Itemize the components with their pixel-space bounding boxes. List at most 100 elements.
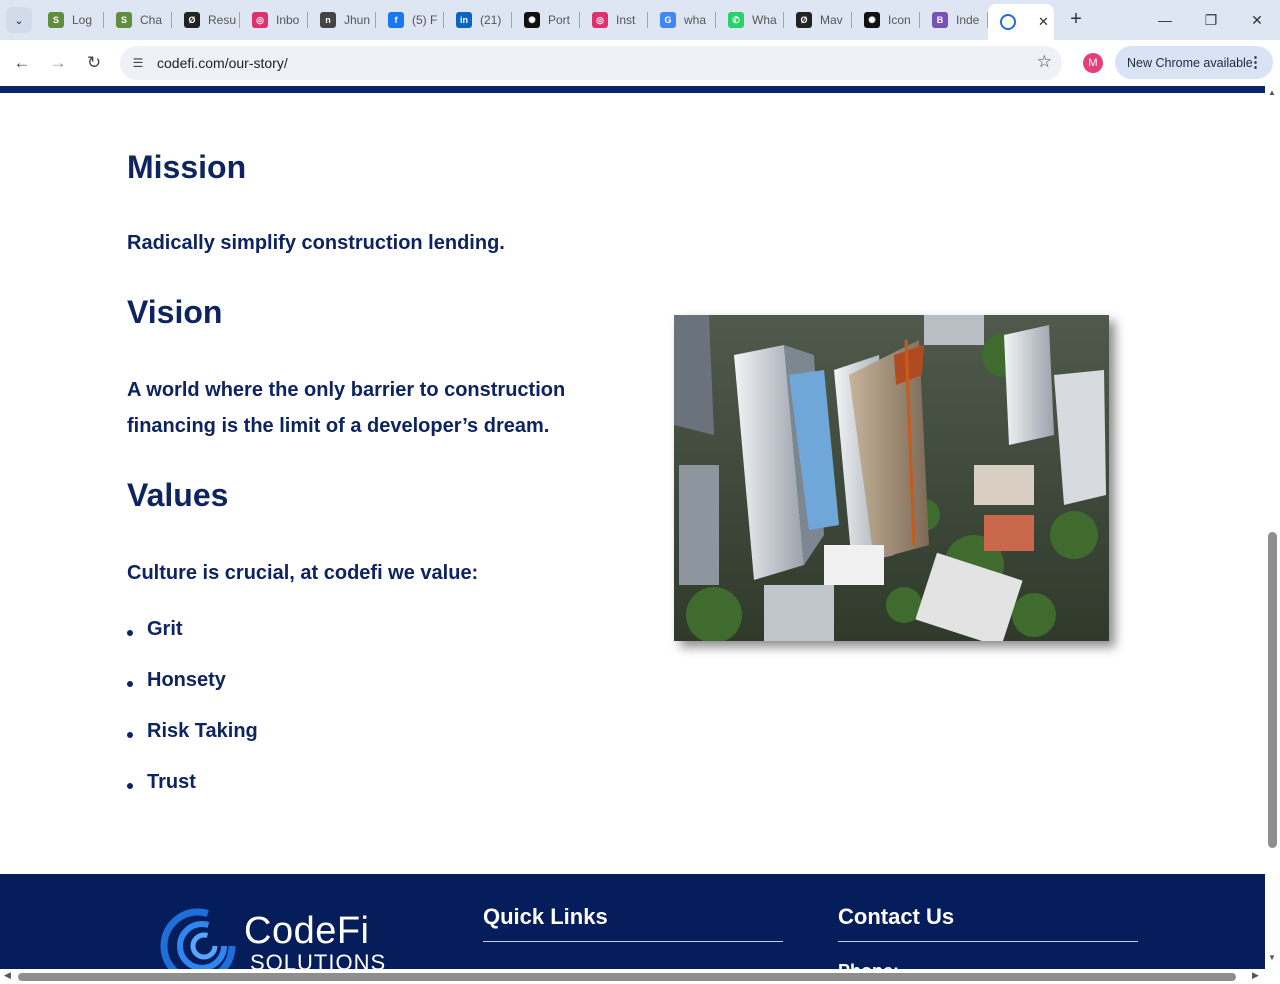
contact-phone-label: Phone: xyxy=(838,961,899,969)
site-footer: CodeFi SOLUTIONS Quick Links Contact Us … xyxy=(0,874,1265,969)
codefi-icon xyxy=(1000,14,1016,30)
vision-text: A world where the only barrier to constr… xyxy=(127,379,566,437)
browser-toolbar: ← → ↻ ☰ codefi.com/our-story/ ☆ M New Ch… xyxy=(0,40,1280,86)
scroll-down-icon[interactable]: ▼ xyxy=(1268,953,1276,962)
update-label: New Chrome available xyxy=(1127,55,1253,70)
browser-tab[interactable]: Gwha xyxy=(648,0,716,40)
values-list: Grit Honsety Risk Taking Trust xyxy=(127,618,258,822)
tab-title: Inbo xyxy=(276,13,300,27)
quick-links-divider xyxy=(483,941,783,942)
tab-strip: ⌄ S Log S Cha Ø Resu ◎ Inbo n Jhun f (5) F in (21) ✺ Po… xyxy=(0,0,1280,40)
bullet-icon xyxy=(127,732,133,738)
chrome-update-button[interactable]: New Chrome available ⋮ xyxy=(1115,46,1273,79)
address-bar[interactable]: ☰ codefi.com/our-story/ ☆ xyxy=(120,46,1062,80)
codefi-logo[interactable]: CodeFi SOLUTIONS xyxy=(160,906,400,969)
browser-tab[interactable]: Ø Mav xyxy=(784,0,852,40)
scroll-left-icon[interactable]: ◀ xyxy=(4,970,11,981)
minimize-button[interactable]: — xyxy=(1142,0,1188,40)
values-item-label: Risk Taking xyxy=(147,720,258,742)
vertical-scrollbar[interactable]: ▲ ▼ xyxy=(1265,86,1280,969)
tab-title: Icon xyxy=(888,13,911,27)
values-item-label: Honsety xyxy=(147,669,226,691)
instagram-icon: ◎ xyxy=(592,12,608,28)
tab-title: Cha xyxy=(140,13,163,27)
bullet-icon xyxy=(127,630,133,636)
browser-tab[interactable]: Ø Resu xyxy=(172,0,240,40)
browser-tab[interactable]: ◎ Inbo xyxy=(240,0,308,40)
openai-icon: ✺ xyxy=(524,12,540,28)
values-item-label: Grit xyxy=(147,618,183,640)
browser-tab[interactable]: B Inde xyxy=(920,0,988,40)
minimize-icon: — xyxy=(1158,12,1172,28)
browser-tab[interactable]: ◎ Inst xyxy=(580,0,648,40)
reload-icon: ↻ xyxy=(86,53,102,72)
tab-list: S Log S Cha Ø Resu ◎ Inbo n Jhun f (5) F in (21) ✺ Port… xyxy=(36,0,1054,40)
logo-wordmark: CodeFi xyxy=(244,910,370,952)
tab-title: (5) F xyxy=(412,13,438,27)
back-button[interactable]: ← xyxy=(8,49,36,77)
scroll-right-icon[interactable]: ▶ xyxy=(1252,970,1259,981)
horizontal-scrollbar[interactable]: ◀ ▶ xyxy=(0,969,1265,984)
close-tab-icon[interactable]: ✕ xyxy=(1038,14,1049,30)
shopify-icon: S xyxy=(48,12,64,28)
browser-tab[interactable]: n Jhun xyxy=(308,0,376,40)
quick-links-title: Quick Links xyxy=(483,904,608,929)
contact-us-title: Contact Us xyxy=(838,904,955,929)
google-icon: G xyxy=(660,12,676,28)
contact-us-divider xyxy=(838,941,1138,942)
browser-tab[interactable]: S Cha xyxy=(104,0,172,40)
site-info-icon[interactable]: ☰ xyxy=(128,53,148,73)
tab-search-button[interactable]: ⌄ xyxy=(6,7,32,33)
new-tab-button[interactable]: + xyxy=(1064,8,1088,32)
bootstrap-icon: B xyxy=(932,12,948,28)
browser-tab-active[interactable]: ✕ xyxy=(988,4,1054,40)
mission-heading: Mission xyxy=(127,149,247,185)
codefi-logo-mark xyxy=(160,908,236,969)
values-intro: Culture is crucial, at codefi we value: xyxy=(127,562,479,584)
more-menu-icon[interactable]: ⋮ xyxy=(1248,53,1263,71)
openai-icon: ✺ xyxy=(864,12,880,28)
city-photo-graphic xyxy=(674,315,1109,641)
forward-button[interactable]: → xyxy=(44,49,72,77)
tab-title: Inde xyxy=(956,13,980,27)
bullet-icon xyxy=(127,783,133,789)
linkedin-icon: in xyxy=(456,12,472,28)
tab-title: Log xyxy=(72,13,93,27)
url-text[interactable]: codefi.com/our-story/ xyxy=(157,55,288,71)
tab-title: Mav xyxy=(820,13,843,27)
browser-tab[interactable]: ✆ Wha xyxy=(716,0,784,40)
horizontal-scroll-thumb[interactable] xyxy=(18,973,1236,981)
close-icon: ✕ xyxy=(1251,11,1263,28)
browser-tab[interactable]: ✺ Icon xyxy=(852,0,920,40)
scrollbar-corner xyxy=(1265,969,1280,984)
vertical-scroll-thumb[interactable] xyxy=(1268,532,1277,848)
slash-circle-icon: Ø xyxy=(184,12,200,28)
bullet-icon xyxy=(127,681,133,687)
values-item: Grit xyxy=(127,618,258,669)
values-item: Trust xyxy=(127,771,258,822)
scroll-up-icon[interactable]: ▲ xyxy=(1268,88,1276,97)
tab-title: Resu xyxy=(208,13,237,27)
profile-avatar[interactable]: M xyxy=(1083,53,1103,73)
arrow-left-icon: ← xyxy=(13,53,31,72)
restore-icon: ❐ xyxy=(1204,11,1218,28)
close-window-button[interactable]: ✕ xyxy=(1234,0,1280,40)
values-item: Honsety xyxy=(127,669,258,720)
logo-subtitle: SOLUTIONS xyxy=(250,950,387,969)
browser-tab[interactable]: ✺ Port xyxy=(512,0,580,40)
facebook-icon: f xyxy=(388,12,404,28)
browser-tab[interactable]: S Log xyxy=(36,0,104,40)
restore-button[interactable]: ❐ xyxy=(1188,0,1234,40)
arrow-right-icon: → xyxy=(49,53,67,72)
chevron-down-icon: ⌄ xyxy=(14,14,24,27)
browser-tab[interactable]: f (5) F xyxy=(376,0,444,40)
whatsapp-icon: ✆ xyxy=(728,12,744,28)
bookmark-star-icon[interactable]: ☆ xyxy=(1037,52,1052,72)
news-icon: n xyxy=(320,12,336,28)
tab-title: Inst xyxy=(616,13,636,27)
slash-circle-icon: Ø xyxy=(796,12,812,28)
shopify-icon: S xyxy=(116,12,132,28)
browser-tab[interactable]: in (21) xyxy=(444,0,512,40)
tab-title: wha xyxy=(684,13,707,27)
reload-button[interactable]: ↻ xyxy=(80,49,108,77)
